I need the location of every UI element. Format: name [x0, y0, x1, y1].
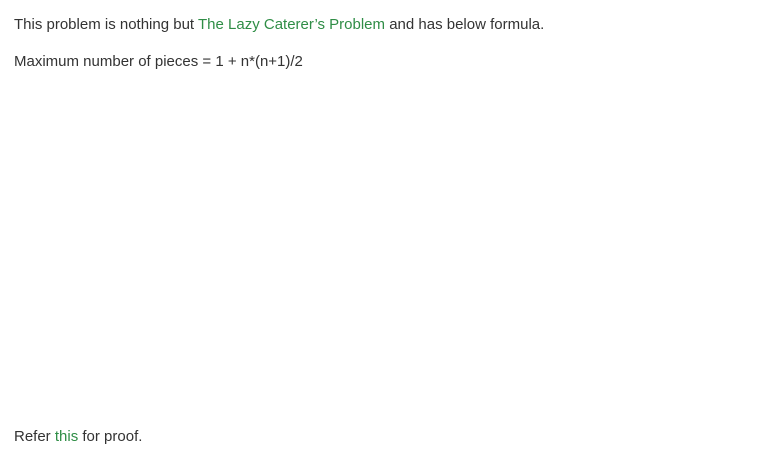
lazy-caterer-link[interactable]: The Lazy Caterer’s Problem — [198, 16, 385, 33]
intro-text-before: This problem is nothing but — [14, 16, 198, 33]
proof-text-before: Refer — [14, 428, 55, 445]
proof-link[interactable]: this — [55, 428, 78, 445]
intro-text-after: and has below formula. — [385, 16, 545, 33]
intro-paragraph: This problem is nothing but The Lazy Cat… — [14, 16, 544, 33]
proof-text-after: for proof. — [78, 428, 143, 445]
proof-paragraph: Refer this for proof. — [14, 428, 142, 445]
formula-text: Maximum number of pieces = 1 + n*(n+1)/2 — [14, 53, 303, 70]
